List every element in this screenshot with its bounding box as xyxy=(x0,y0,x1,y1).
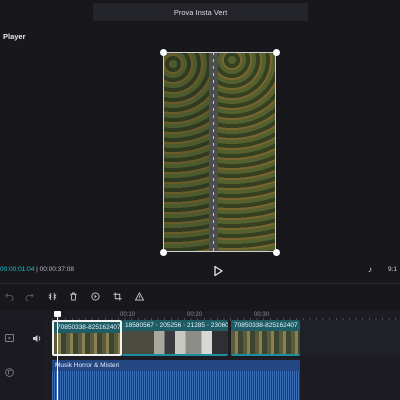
replace-icon xyxy=(90,291,100,301)
current-time: 00:00:01:04 xyxy=(0,266,35,273)
music-track-toggle[interactable] xyxy=(4,367,14,377)
resize-handle-bottom-left[interactable] xyxy=(159,248,167,256)
warning-button[interactable] xyxy=(133,289,145,303)
top-bar: Prova Insta Vert xyxy=(0,0,400,24)
delete-button[interactable] xyxy=(67,289,79,303)
mute-toggle[interactable] xyxy=(32,333,42,343)
player-timeline-divider xyxy=(0,283,400,284)
undo-button[interactable] xyxy=(3,289,15,303)
music-title: Musik Horror & Misteri xyxy=(52,360,300,371)
video-track-icon xyxy=(4,334,14,342)
redo-button[interactable] xyxy=(23,289,35,303)
resize-handle-top-right[interactable] xyxy=(272,48,280,56)
warning-icon xyxy=(134,291,144,301)
clip-thumbnails xyxy=(231,331,300,354)
aspect-ratio[interactable]: 9:1 xyxy=(388,266,397,273)
music-waveform xyxy=(52,371,300,400)
speaker-icon xyxy=(33,334,41,342)
play-icon xyxy=(214,265,223,277)
clip-audio-strip xyxy=(231,354,300,356)
tick-label: 00:20 xyxy=(187,312,203,318)
video-clip-1[interactable]: 70850338-825162407 xyxy=(52,320,122,356)
undo-icon xyxy=(4,292,13,301)
timeline-toolbar xyxy=(0,289,160,305)
clip-title: 18580567 ⋅ 205256 ⋅ 21285 ⋅ 23060 xyxy=(122,320,228,331)
tiktok-icon[interactable]: ♪ xyxy=(368,265,376,274)
empty-track-area xyxy=(300,320,400,356)
split-button[interactable] xyxy=(46,289,58,303)
clip-audio-strip xyxy=(122,354,228,356)
preview-forest-left xyxy=(163,52,209,252)
resize-handle-top-left[interactable] xyxy=(159,48,167,56)
crop-icon xyxy=(112,291,122,301)
project-title[interactable]: Prova Insta Vert xyxy=(93,3,308,21)
clip-thumbnails xyxy=(54,333,120,354)
preview-road-line xyxy=(213,52,214,252)
player-label: Player xyxy=(3,32,26,41)
video-clip-2[interactable]: 18580567 ⋅ 205256 ⋅ 21285 ⋅ 23060 xyxy=(122,320,228,356)
video-preview[interactable] xyxy=(163,52,276,252)
trash-icon xyxy=(69,291,77,301)
split-icon xyxy=(48,292,56,300)
playhead[interactable] xyxy=(57,314,58,400)
clip-title: 70850338-825162407 xyxy=(54,322,120,333)
tick-label: 00:10 xyxy=(120,312,136,318)
preview-forest-right xyxy=(218,52,276,252)
replace-button[interactable] xyxy=(89,289,101,303)
clip-title: 70850338-825162407 xyxy=(231,320,300,331)
music-clip[interactable]: Musik Horror & Misteri xyxy=(52,360,300,400)
tick-label: 00:30 xyxy=(254,312,270,318)
total-time: 00:00:37:08 xyxy=(39,266,74,273)
clip-thumbnails xyxy=(122,331,228,354)
redo-icon xyxy=(25,292,34,301)
resize-handle-bottom-right[interactable] xyxy=(272,248,280,256)
timecode: 00:00:01:04 | 00:00:37:08 xyxy=(0,266,74,273)
video-clip-3[interactable]: 70850338-825162407 xyxy=(231,320,300,356)
crop-button[interactable] xyxy=(111,289,123,303)
music-note-icon xyxy=(4,367,14,377)
video-track-toggle[interactable] xyxy=(4,333,14,343)
play-button[interactable] xyxy=(212,264,224,277)
